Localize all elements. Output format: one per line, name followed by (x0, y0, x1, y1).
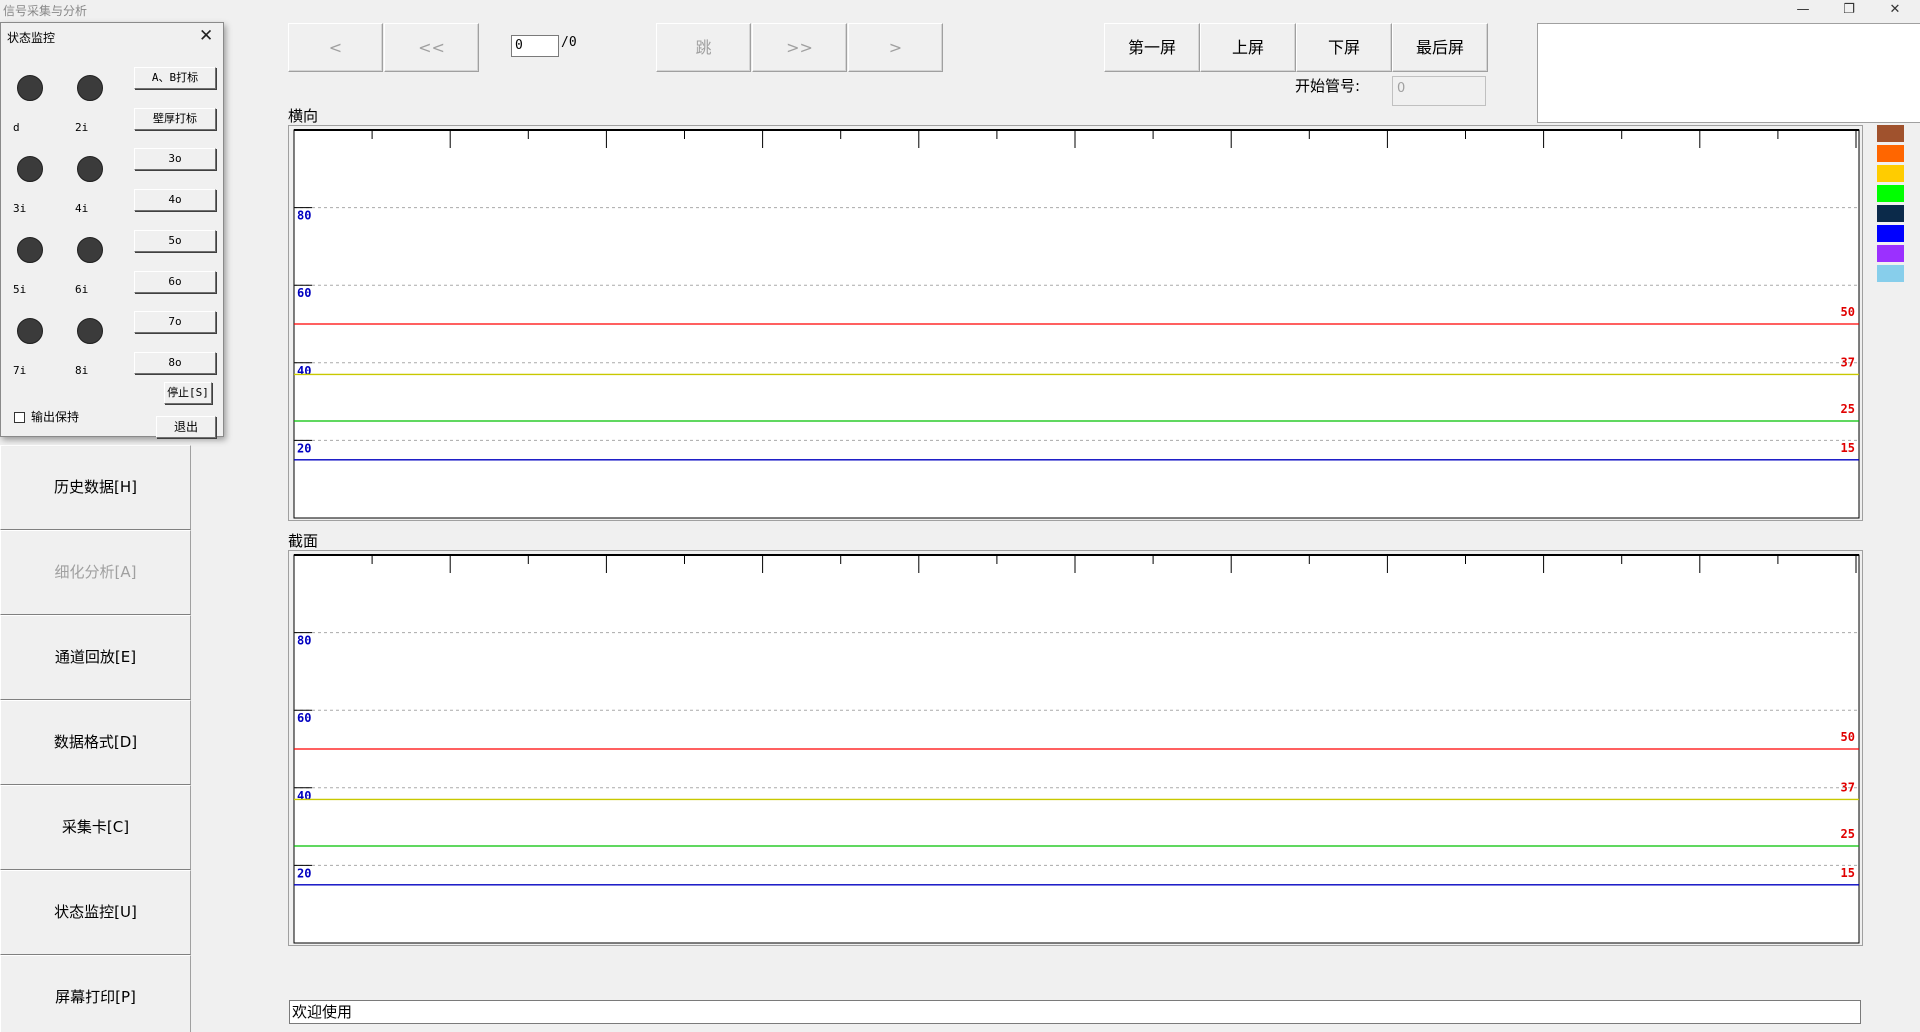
led-label: 6i (75, 283, 89, 296)
legend-swatch (1877, 125, 1904, 142)
sidebar-button-4[interactable]: 数据格式[D] (0, 700, 191, 785)
dialog-title: 状态监控 (7, 31, 56, 45)
y-tick-label: 20 (297, 866, 311, 880)
chart-title-section: 截面 (288, 532, 319, 550)
output-button[interactable]: 7o (134, 311, 216, 334)
close-icon[interactable]: ✕ (1872, 0, 1918, 20)
threshold-label: 25 (1841, 402, 1855, 416)
legend-swatch (1877, 265, 1904, 282)
output-button[interactable]: 4o (134, 189, 216, 212)
output-button[interactable]: A、B打标 (134, 67, 216, 89)
exit-button[interactable]: 退出 (156, 416, 216, 438)
y-tick-label: 60 (297, 711, 311, 725)
start-pipe-label: 开始管号: (1295, 77, 1361, 95)
led-label: 2i (75, 121, 89, 134)
sidebar-button-6[interactable]: 状态监控[U] (0, 870, 191, 955)
sidebar-button-3[interactable]: 通道回放[E] (0, 615, 191, 700)
jump-button[interactable]: 跳 (656, 23, 751, 72)
status-led (77, 75, 103, 101)
status-monitor-dialog: 状态监控 ✕ d 2i 3i 4i 5i 6i 7i 8i A、B打标壁厚打标 3o 4o 5o 6o 7… (0, 22, 224, 438)
led-label: 4i (75, 202, 89, 215)
led-label: 3i (13, 202, 27, 215)
prev-page-button[interactable]: < (288, 23, 383, 72)
output-button[interactable]: 5o (134, 229, 216, 252)
threshold-label: 50 (1841, 305, 1855, 319)
status-led (17, 237, 43, 263)
stop-button[interactable]: 停止[S] (164, 382, 212, 404)
horizontal-chart: 20 40 60 80 50 37 25 15 (288, 125, 1863, 521)
restore-icon[interactable]: ❐ (1826, 0, 1872, 20)
y-tick-label: 80 (297, 634, 311, 648)
status-led (77, 318, 103, 344)
status-led (17, 156, 43, 182)
legend-swatch (1877, 165, 1904, 182)
legend-swatch (1877, 205, 1904, 222)
start-pipe-input[interactable]: 0 (1392, 76, 1486, 106)
legend-swatch (1877, 185, 1904, 202)
chart-title-horizontal: 横向 (288, 107, 319, 125)
status-led (17, 318, 43, 344)
info-panel (1537, 23, 1920, 123)
sidebar-button-2[interactable]: 细化分析[A] (0, 530, 191, 615)
threshold-label: 37 (1841, 780, 1855, 794)
threshold-label: 37 (1841, 355, 1855, 369)
status-line: 欢迎使用 (289, 1000, 1861, 1024)
led-label: 7i (13, 364, 27, 377)
threshold-label: 50 (1841, 730, 1855, 744)
output-button[interactable]: 6o (134, 270, 216, 293)
led-label: 8i (75, 364, 89, 377)
page-input[interactable]: 0 (511, 35, 559, 57)
y-tick-label: 20 (297, 441, 311, 455)
threshold-label: 15 (1841, 441, 1855, 455)
legend-swatch (1877, 145, 1904, 162)
y-tick-label: 40 (297, 789, 311, 803)
section-chart: 20 40 60 80 50 37 25 15 (288, 550, 1863, 946)
threshold-label: 25 (1841, 827, 1855, 841)
next-page-button[interactable]: > (848, 23, 943, 72)
status-led (77, 156, 103, 182)
y-tick-label: 80 (297, 209, 311, 223)
app-title: 信号采集与分析 (3, 4, 88, 18)
chart-svg: 20 40 60 80 50 37 25 15 (293, 129, 1860, 519)
last-screen-button[interactable]: 最后屏 (1392, 23, 1488, 72)
next-fast-button[interactable]: >> (752, 23, 847, 72)
hold-output-checkbox[interactable] (14, 412, 25, 423)
sidebar-button-5[interactable]: 采集卡[C] (0, 785, 191, 870)
sidebar-button-7[interactable]: 屏幕打印[P] (0, 955, 191, 1032)
first-screen-button[interactable]: 第一屏 (1104, 23, 1200, 72)
title-bar: 信号采集与分析 — ❐ ✕ (0, 0, 1920, 20)
prev-screen-button[interactable]: 上屏 (1200, 23, 1296, 72)
threshold-label: 15 (1841, 866, 1855, 880)
chart-svg: 20 40 60 80 50 37 25 15 (293, 554, 1860, 944)
y-tick-label: 40 (297, 364, 311, 378)
status-led (77, 237, 103, 263)
output-button[interactable]: 壁厚打标 (134, 107, 216, 130)
led-label: d (13, 121, 20, 134)
minimize-icon[interactable]: — (1780, 0, 1826, 20)
y-tick-label: 60 (297, 286, 311, 300)
page-total: /0 (561, 35, 577, 50)
led-label: 5i (13, 283, 27, 296)
output-button[interactable]: 8o (134, 351, 216, 374)
legend-swatch (1877, 245, 1904, 262)
legend-swatch (1877, 225, 1904, 242)
output-button[interactable]: 3o (134, 148, 216, 171)
dialog-close-icon[interactable]: ✕ (199, 26, 213, 46)
prev-fast-button[interactable]: << (384, 23, 479, 72)
next-screen-button[interactable]: 下屏 (1296, 23, 1392, 72)
hold-output-label: 输出保持 (31, 410, 80, 424)
sidebar-button-1[interactable]: 历史数据[H] (0, 445, 191, 530)
status-led (17, 75, 43, 101)
